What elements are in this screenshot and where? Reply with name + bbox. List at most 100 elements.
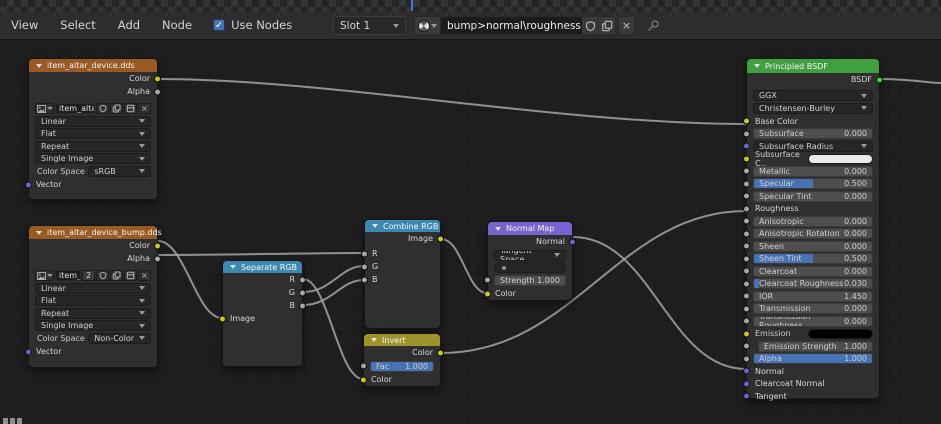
collapse-triangle-icon[interactable] <box>36 230 42 235</box>
alpha-output-socket[interactable] <box>154 88 161 95</box>
vector-input-socket[interactable] <box>743 392 750 400</box>
subsurface-method-dropdown[interactable]: Christensen-Burley <box>753 102 873 114</box>
color-output-socket[interactable] <box>154 242 161 249</box>
new-image-button[interactable] <box>110 270 123 281</box>
collapse-triangle-icon[interactable] <box>371 338 377 342</box>
fake-user-button[interactable] <box>96 103 109 114</box>
float-input-socket[interactable] <box>743 267 750 275</box>
color-output-socket[interactable] <box>437 349 444 356</box>
source-dropdown[interactable]: Single Image <box>35 320 151 331</box>
collapse-triangle-icon[interactable] <box>372 224 378 228</box>
g-output-socket[interactable] <box>299 289 306 296</box>
slot-dropdown[interactable]: Slot 1 <box>333 16 406 35</box>
color-output-socket[interactable] <box>154 75 161 82</box>
collapse-triangle-icon[interactable] <box>230 265 236 269</box>
vector-input-socket[interactable] <box>743 380 750 387</box>
collapse-triangle-icon[interactable] <box>36 63 42 68</box>
vector-input-socket[interactable] <box>25 181 32 188</box>
node-header[interactable]: Separate RGB <box>223 261 302 273</box>
alpha-slider[interactable]: Alpha 1.000 <box>753 353 873 364</box>
new-image-button[interactable] <box>110 103 123 114</box>
collapse-triangle-icon[interactable] <box>495 226 501 231</box>
r-input-socket[interactable] <box>361 250 368 257</box>
float-input-socket[interactable] <box>743 255 750 262</box>
projection-dropdown[interactable]: Flat <box>35 128 151 139</box>
emission-strength-slider[interactable]: Emission Strength 1.000 <box>758 340 873 352</box>
image-output-socket[interactable] <box>437 235 444 242</box>
unlink-image-button[interactable]: × <box>138 103 151 114</box>
float-input-socket[interactable] <box>743 242 750 250</box>
float-input-socket[interactable] <box>743 167 750 175</box>
distribution-dropdown[interactable]: GGX <box>753 90 873 101</box>
use-nodes-checkbox[interactable]: ✓ <box>213 19 226 31</box>
anisotropic-slider[interactable]: Anisotropic 0.000 <box>753 215 873 227</box>
color-input-socket[interactable] <box>743 330 750 337</box>
color-space-dropdown[interactable]: sRGB <box>88 165 151 177</box>
node-invert[interactable]: Invert Color Fac 1.000 Color <box>360 333 444 387</box>
uv-map-field[interactable] <box>494 262 566 273</box>
vector-input-socket[interactable] <box>25 348 32 355</box>
material-name-field[interactable]: bump>normal\roughness <box>441 16 582 35</box>
color-input-socket[interactable] <box>360 376 367 383</box>
node-normal-map[interactable]: Normal Map Normal Tangent Space Strength… <box>484 221 576 301</box>
float-input-socket[interactable] <box>743 292 750 300</box>
subsurface-slider[interactable]: Subsurface 0.000 <box>753 128 873 139</box>
b-input-socket[interactable] <box>361 276 368 283</box>
node-image-texture-color[interactable]: item_altar_device.dds Color Alpha item_a… <box>25 58 161 200</box>
vector-input-socket[interactable] <box>743 142 750 150</box>
strength-slider[interactable]: Strength 1.000 <box>494 274 566 286</box>
node-principled-bsdf[interactable]: Principled BSDF BSDF GGX Christensen-Bur… <box>743 58 883 401</box>
float-input-socket[interactable] <box>743 317 750 325</box>
node-header[interactable]: item_altar_device_bump.dds <box>29 226 162 239</box>
collapse-triangle-icon[interactable] <box>754 64 760 68</box>
source-dropdown[interactable]: Single Image <box>35 153 151 164</box>
emission-color-swatch[interactable] <box>808 328 873 339</box>
menu-add[interactable]: Add <box>107 11 151 39</box>
image-datablock-button[interactable] <box>35 270 54 281</box>
unpack-button[interactable] <box>124 270 137 281</box>
node-header[interactable]: Principled BSDF <box>747 59 879 73</box>
interpolation-dropdown[interactable]: Linear <box>35 282 151 294</box>
g-input-socket[interactable] <box>361 263 368 270</box>
bsdf-output-socket[interactable] <box>876 76 883 83</box>
node-combine-rgb[interactable]: Combine RGB Image R G B <box>361 219 444 329</box>
sheen-slider[interactable]: Sheen 0.000 <box>753 240 873 252</box>
transmission-roughness-slider[interactable]: Transmission Roughness 0.000 <box>753 315 873 327</box>
color-space-dropdown[interactable]: Non-Color <box>88 332 151 344</box>
fac-input-socket[interactable] <box>360 362 367 370</box>
space-dropdown[interactable]: Tangent Space <box>494 249 566 261</box>
unpack-button[interactable] <box>124 103 137 114</box>
r-output-socket[interactable] <box>299 276 306 283</box>
clearcoat-roughness-slider[interactable]: Clearcoat Roughness 0.030 <box>753 278 873 289</box>
node-editor-canvas[interactable]: item_altar_device.dds Color Alpha item_a… <box>0 40 941 424</box>
color-input-socket[interactable] <box>743 117 750 125</box>
image-datablock-button[interactable] <box>35 103 54 114</box>
vector-input-socket[interactable] <box>743 367 750 375</box>
float-input-socket[interactable] <box>743 342 750 350</box>
extension-dropdown[interactable]: Repeat <box>35 140 151 152</box>
projection-dropdown[interactable]: Flat <box>35 295 151 306</box>
b-output-socket[interactable] <box>299 302 306 309</box>
float-input-socket[interactable] <box>743 180 750 187</box>
clearcoat-slider[interactable]: Clearcoat 0.000 <box>753 265 873 277</box>
material-browse-button[interactable] <box>414 16 441 35</box>
node-header[interactable]: Combine RGB <box>365 220 440 232</box>
menu-select[interactable]: Select <box>49 11 106 39</box>
image-input-socket[interactable] <box>219 315 226 322</box>
float-input-socket[interactable] <box>743 230 750 237</box>
users-count-badge[interactable]: 2 <box>82 270 95 281</box>
specular-tint-slider[interactable]: Specular Tint 0.000 <box>753 190 873 202</box>
sheen-tint-slider[interactable]: Sheen Tint 0.500 <box>753 253 873 264</box>
pin-icon[interactable] <box>646 19 660 33</box>
unlink-material-button[interactable]: × <box>618 16 635 35</box>
alpha-output-socket[interactable] <box>154 255 161 262</box>
node-separate-rgb[interactable]: Separate RGB R G B Image <box>219 260 306 367</box>
menu-view[interactable]: View <box>0 11 49 39</box>
node-header[interactable]: item_altar_device.dds <box>29 59 157 72</box>
menu-node[interactable]: Node <box>151 11 203 39</box>
float-input-socket[interactable] <box>743 205 750 212</box>
color-input-socket[interactable] <box>743 155 750 162</box>
specular-slider[interactable]: Specular 0.500 <box>753 178 873 189</box>
normal-output-socket[interactable] <box>569 238 576 245</box>
unlink-image-button[interactable]: × <box>138 270 151 281</box>
